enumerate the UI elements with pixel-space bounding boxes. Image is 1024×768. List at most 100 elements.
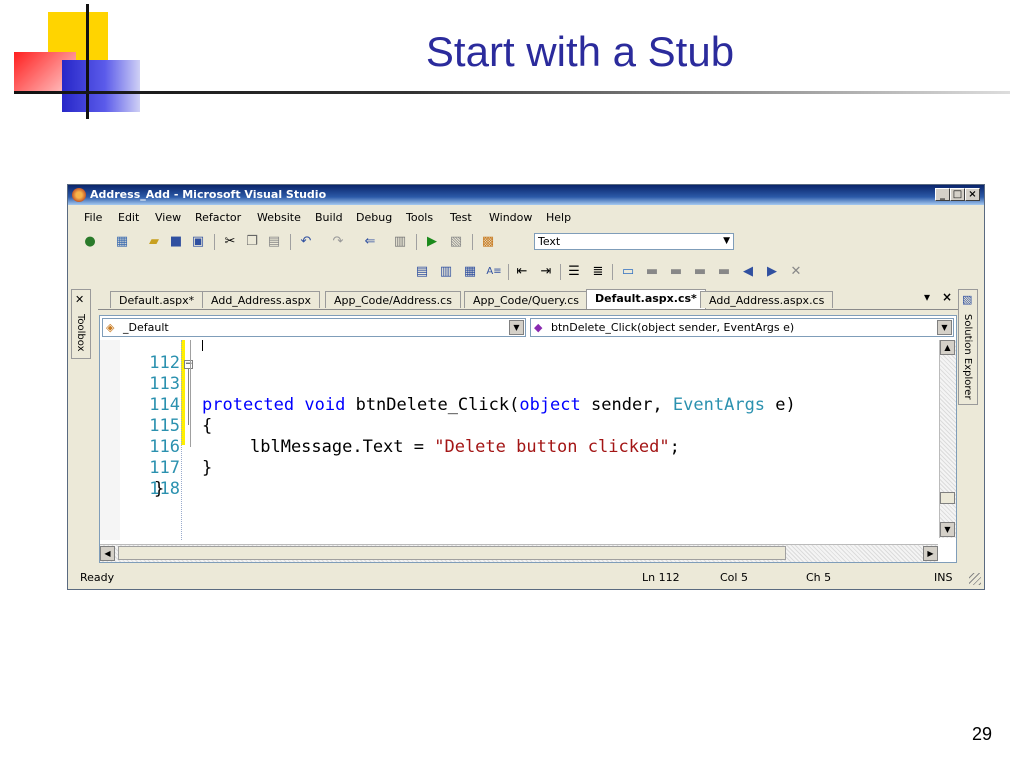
toolbar-separator: [508, 264, 509, 280]
start-debugging-icon[interactable]: ▶: [424, 234, 440, 250]
scroll-up-icon[interactable]: ▲: [940, 340, 955, 355]
toolbox-panel-tab[interactable]: ✕ Toolbox: [71, 289, 91, 359]
code-editor[interactable]: ◈ _Default ▼ ◆ btnDelete_Click(object se…: [99, 315, 957, 563]
code-line-116: 116 }: [100, 416, 936, 478]
menu-website[interactable]: Website: [257, 211, 301, 224]
menu-file[interactable]: File: [84, 211, 102, 224]
status-character: Ch 5: [806, 571, 832, 584]
save-all-icon[interactable]: ▣: [190, 234, 206, 250]
next-bookmark-icon[interactable]: ▬: [668, 264, 684, 280]
previous-bookmark-folder-icon[interactable]: ▬: [692, 264, 708, 280]
horizontal-scroll-thumb[interactable]: [118, 546, 786, 560]
next-bookmark-document-icon[interactable]: ▶: [764, 264, 780, 280]
paste-icon[interactable]: ▤: [266, 234, 282, 250]
member-name-combo[interactable]: ◆ btnDelete_Click(object sender, EventAr…: [530, 318, 954, 337]
menu-help[interactable]: Help: [546, 211, 571, 224]
slide-title: Start with a Stub: [425, 28, 735, 75]
code-line-113: 113 protected void btnDelete_Click(objec…: [100, 353, 936, 415]
document-tab-strip: Default.aspx* Add_Address.aspx App_Code/…: [98, 287, 958, 310]
class-name-value: _Default: [123, 321, 169, 334]
collapse-region-icon[interactable]: −: [184, 360, 193, 369]
status-ready: Ready: [80, 571, 115, 584]
outline-bracket: [190, 340, 191, 447]
scroll-right-icon[interactable]: ▶: [923, 546, 938, 561]
minimize-button[interactable]: _: [935, 188, 950, 201]
close-document-icon[interactable]: ×: [942, 290, 952, 304]
previous-bookmark-icon[interactable]: ▬: [644, 264, 660, 280]
open-folder-icon[interactable]: ▰: [146, 234, 162, 250]
tab-default-aspx[interactable]: Default.aspx*: [110, 291, 204, 308]
resize-grip-icon[interactable]: [969, 573, 981, 585]
parameter-info-icon[interactable]: ▥: [438, 264, 454, 280]
navigate-forward-icon[interactable]: ▥: [392, 234, 408, 250]
menu-tools[interactable]: Tools: [406, 211, 433, 224]
code-text-area[interactable]: 112 113 protected void btnDelete_Click(o…: [100, 340, 936, 540]
window-title-bar[interactable]: Address_Add - Microsoft Visual Studio _ …: [68, 185, 984, 205]
toggle-bookmark-icon[interactable]: ▭: [620, 264, 636, 280]
tab-address-cs[interactable]: App_Code/Address.cs: [325, 291, 461, 308]
menu-build[interactable]: Build: [315, 211, 343, 224]
status-insert-mode: INS: [934, 571, 953, 584]
window-title: Address_Add - Microsoft Visual Studio: [90, 188, 327, 201]
class-name-combo[interactable]: ◈ _Default ▼: [102, 318, 526, 337]
text-caret: [202, 340, 203, 351]
chevron-down-icon[interactable]: ▼: [937, 320, 952, 335]
maximize-button[interactable]: □: [950, 188, 965, 201]
vertical-scrollbar[interactable]: ▲ ▼: [939, 340, 956, 538]
properties-icon[interactable]: ▩: [480, 234, 496, 250]
member-name-value: btnDelete_Click(object sender, EventArgs…: [551, 321, 795, 334]
quick-info-icon[interactable]: ▦: [462, 264, 478, 280]
next-bookmark-folder-icon[interactable]: ▬: [716, 264, 732, 280]
previous-bookmark-document-icon[interactable]: ◀: [740, 264, 756, 280]
chevron-down-icon[interactable]: ▼: [509, 320, 524, 335]
decrease-indent-icon[interactable]: ⇤: [514, 264, 530, 280]
visual-studio-window: Address_Add - Microsoft Visual Studio _ …: [67, 184, 985, 590]
tab-query-cs[interactable]: App_Code/Query.cs: [464, 291, 588, 308]
copy-icon[interactable]: ❐: [244, 234, 260, 250]
status-column: Col 5: [720, 571, 748, 584]
uncomment-lines-icon[interactable]: ≣: [590, 264, 606, 280]
navigate-backward-icon[interactable]: ⇐: [362, 234, 378, 250]
increase-indent-icon[interactable]: ⇥: [538, 264, 554, 280]
standard-toolbar: ● ▦ ▰ ■ ▣ ✂ ❐ ▤ ↶ ↷ ⇐ ▥ ▶ ▧ ▩ Text ▼: [74, 231, 748, 253]
clear-bookmarks-icon[interactable]: ✕: [788, 264, 804, 280]
cut-icon[interactable]: ✂: [222, 234, 238, 250]
undo-icon[interactable]: ↶: [298, 234, 314, 250]
deco-vertical-rule: [86, 4, 89, 119]
find-icon[interactable]: ▧: [448, 234, 464, 250]
toolbar-separator: [290, 234, 291, 250]
save-icon[interactable]: ■: [168, 234, 184, 250]
menu-edit[interactable]: Edit: [118, 211, 139, 224]
menu-debug[interactable]: Debug: [356, 211, 392, 224]
horizontal-scrollbar[interactable]: ◀ ▶: [100, 544, 938, 562]
active-files-icon[interactable]: ▾: [924, 290, 930, 304]
tab-add-address-aspx[interactable]: Add_Address.aspx: [202, 291, 321, 308]
line-number: 118: [149, 479, 180, 499]
redo-icon[interactable]: ↷: [330, 234, 346, 250]
toolbar-separator: [214, 234, 215, 250]
menu-view[interactable]: View: [155, 211, 181, 224]
solution-explorer-icon: ▧: [962, 293, 973, 306]
menu-test[interactable]: Test: [450, 211, 472, 224]
scroll-down-icon[interactable]: ▼: [940, 522, 955, 537]
text-editor-toolbar: ▤ ▥ ▦ A≡ ⇤ ⇥ ☰ ≣ ▭ ▬ ▬ ▬ ▬ ◀ ▶ ✕: [408, 261, 838, 283]
complete-word-icon[interactable]: A≡: [486, 264, 502, 280]
menu-refactor[interactable]: Refactor: [195, 211, 241, 224]
status-bar: Ready Ln 112 Col 5 Ch 5 INS: [68, 567, 984, 589]
solution-explorer-panel-tab[interactable]: ▧ Solution Explorer: [958, 289, 978, 405]
add-item-icon[interactable]: ▦: [114, 234, 130, 250]
tab-default-aspx-cs[interactable]: Default.aspx.cs*: [586, 289, 706, 309]
comment-lines-icon[interactable]: ☰: [566, 264, 582, 280]
status-line: Ln 112: [642, 571, 680, 584]
tab-add-address-aspx-cs[interactable]: Add_Address.aspx.cs: [700, 291, 834, 308]
solution-target-combo[interactable]: Text ▼: [534, 233, 734, 250]
new-project-icon[interactable]: ●: [82, 234, 98, 250]
toolbox-icon: ✕: [75, 293, 85, 306]
vertical-scroll-thumb[interactable]: [940, 492, 955, 504]
menu-window[interactable]: Window: [489, 211, 532, 224]
class-icon: ◈: [106, 321, 115, 334]
scroll-left-icon[interactable]: ◀: [100, 546, 115, 561]
object-member-list-icon[interactable]: ▤: [414, 264, 430, 280]
close-button[interactable]: ×: [965, 188, 980, 201]
deco-horizontal-rule: [14, 91, 1010, 94]
